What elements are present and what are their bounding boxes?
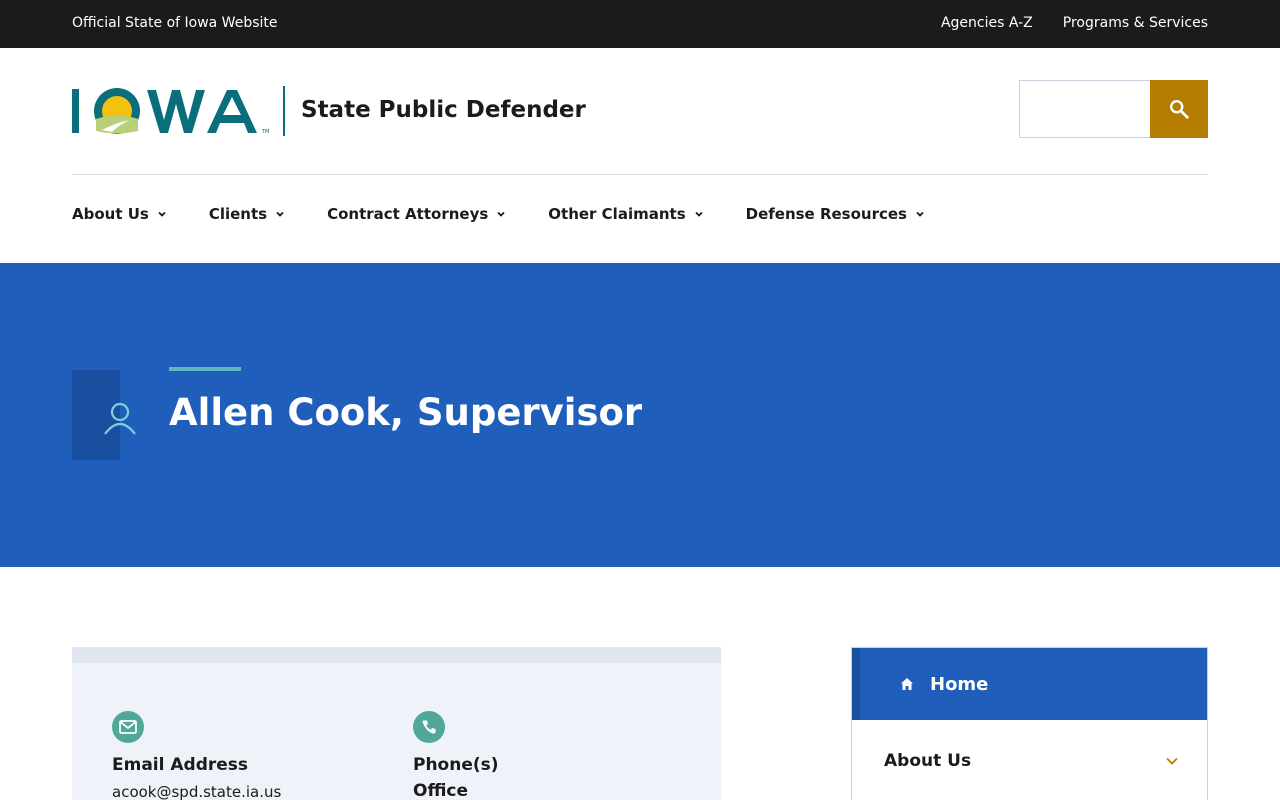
side-nav-about-us[interactable]: About Us [852, 720, 1207, 800]
page-title: Allen Cook, Supervisor [169, 391, 643, 434]
chevron-down-icon[interactable] [1165, 756, 1179, 766]
contact-card: Email Address acook@spd.state.ia.us Phon… [72, 647, 721, 800]
nav-item-label: Clients [208, 205, 268, 223]
site-header: TM State Public Defender [0, 48, 1280, 175]
nav-item-label: Contract Attorneys [327, 205, 489, 223]
side-nav-home-label: Home [930, 673, 989, 695]
phone-icon [413, 711, 445, 743]
agency-name[interactable]: State Public Defender [301, 97, 586, 123]
email-label: Email Address [112, 755, 249, 775]
side-nav-home[interactable]: Home [852, 648, 1207, 720]
programs-services-link[interactable]: Programs & Services [1063, 15, 1208, 31]
search-button[interactable] [1150, 80, 1208, 138]
nav-item-other-claimants[interactable]: Other Claimants [548, 205, 703, 223]
utility-bar: Official State of Iowa Website Agencies … [0, 0, 1280, 48]
chevron-down-icon [497, 211, 505, 217]
nav-item-defense-resources[interactable]: Defense Resources [746, 205, 925, 223]
chevron-down-icon [158, 211, 166, 217]
nav-item-label: About Us [72, 205, 149, 223]
home-icon [901, 678, 913, 690]
svg-text:TM: TM [261, 129, 269, 135]
nav-item-label: Other Claimants [548, 205, 686, 223]
main-nav: About Us Clients Contract Attorneys Othe… [72, 205, 967, 223]
logo-divider [283, 86, 285, 136]
side-nav: Home About Us [851, 647, 1208, 800]
search-icon [1170, 100, 1189, 119]
nav-item-contract-attorneys[interactable]: Contract Attorneys [327, 205, 506, 223]
side-nav-about-label: About Us [884, 750, 972, 771]
chevron-down-icon [694, 211, 703, 217]
nav-item-clients[interactable]: Clients [209, 205, 285, 223]
header-divider [72, 174, 1208, 175]
card-top-border [72, 647, 721, 663]
contact-phone: Phone(s) Office [413, 711, 499, 800]
envelope-icon [112, 711, 144, 743]
title-accent-bar [169, 367, 241, 371]
nav-item-about-us[interactable]: About Us [72, 205, 167, 223]
chevron-down-icon [916, 211, 924, 217]
chevron-down-icon [276, 211, 284, 217]
hero-icon-box [72, 370, 136, 460]
phone-label: Phone(s) [413, 755, 499, 775]
official-site-label: Official State of Iowa Website [72, 15, 278, 31]
email-value[interactable]: acook@spd.state.ia.us [112, 783, 281, 800]
iowa-logo[interactable]: TM [72, 86, 272, 136]
contact-email: Email Address acook@spd.state.ia.us [112, 711, 281, 800]
phone-type-label: Office [413, 781, 469, 800]
agencies-a-z-link[interactable]: Agencies A-Z [941, 15, 1033, 31]
utility-links: Agencies A-Z Programs & Services [941, 15, 1208, 31]
hero-banner: Allen Cook, Supervisor [0, 263, 1280, 567]
nav-item-label: Defense Resources [745, 205, 907, 223]
person-icon [104, 402, 136, 435]
search-input[interactable] [1019, 80, 1151, 138]
